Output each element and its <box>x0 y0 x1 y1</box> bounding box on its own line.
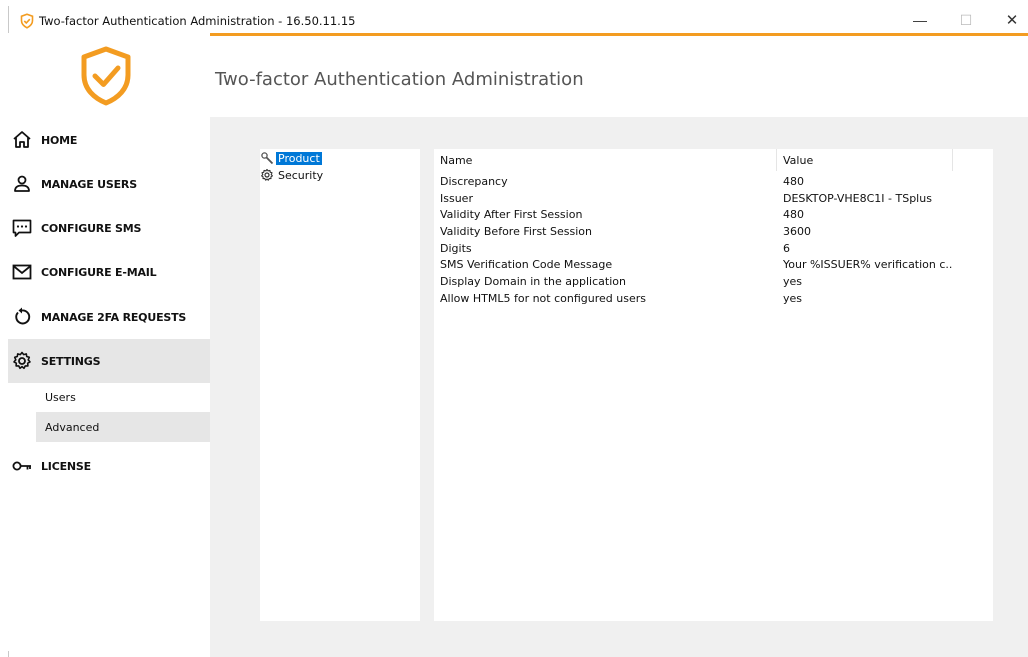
cell-name: Display Domain in the application <box>440 275 626 289</box>
shield-logo-icon <box>81 46 131 106</box>
nav-manage-2fa-requests[interactable]: MANAGE 2FA REQUESTS <box>8 295 210 339</box>
cell-value: DESKTOP-VHE8C1I - TSplus <box>783 191 932 205</box>
column-header-value[interactable]: Value <box>777 149 953 171</box>
nav-manage-users-label: MANAGE USERS <box>41 177 137 191</box>
settings-sub-users[interactable]: Users <box>36 382 210 412</box>
cell-name: Discrepancy <box>440 174 508 188</box>
properties-grid: Name Value Discrepancy 480 Issuer DESKTO… <box>434 149 993 621</box>
nav-settings[interactable]: SETTINGS <box>8 339 210 383</box>
gear-icon <box>13 351 31 370</box>
nav-settings-label: SETTINGS <box>41 354 101 368</box>
title-bar: Two-factor Authentication Administration… <box>9 6 1028 36</box>
table-row[interactable]: Discrepancy 480 <box>434 173 993 190</box>
nav-configure-email-label: CONFIGURE E-MAIL <box>41 265 157 279</box>
cell-name: Issuer <box>440 191 473 205</box>
table-row[interactable]: Digits 6 <box>434 240 993 257</box>
sms-icon <box>12 219 32 237</box>
cell-name: Digits <box>440 241 472 255</box>
tree-item-security-label: Security <box>278 168 324 182</box>
cell-name: SMS Verification Code Message <box>440 258 613 272</box>
sidebar: HOME MANAGE USERS CONFIGURE SMS CONFIGUR… <box>8 33 210 651</box>
tree-item-product-label: Product <box>276 151 322 165</box>
nav-license[interactable]: LICENSE <box>8 444 210 488</box>
grid-header: Name Value <box>434 149 993 171</box>
home-icon <box>13 131 31 148</box>
user-icon <box>14 175 30 192</box>
minimize-button[interactable]: — <box>897 6 943 34</box>
tree-item-security[interactable]: Security <box>260 167 325 183</box>
window-title: Two-factor Authentication Administration… <box>39 14 356 28</box>
cell-value: 480 <box>783 208 804 222</box>
cell-value: 480 <box>783 174 804 188</box>
table-row[interactable]: Display Domain in the application yes <box>434 273 993 290</box>
cell-value: Your %ISSUER% verification c... <box>783 258 953 272</box>
nav-manage-2fa-requests-label: MANAGE 2FA REQUESTS <box>41 310 187 324</box>
wrench-icon <box>261 152 274 165</box>
nav-configure-sms[interactable]: CONFIGURE SMS <box>8 206 210 250</box>
shield-check-icon <box>20 13 34 29</box>
cell-name: Allow HTML5 for not configured users <box>440 291 646 305</box>
page-title: Two-factor Authentication Administration <box>215 69 584 90</box>
column-header-name[interactable]: Name <box>434 149 777 171</box>
nav-configure-email[interactable]: CONFIGURE E-MAIL <box>8 250 210 294</box>
nav-configure-sms-label: CONFIGURE SMS <box>41 221 142 235</box>
cell-name: Validity After First Session <box>440 208 583 222</box>
key-icon <box>12 461 31 471</box>
nav-home-label: HOME <box>41 133 78 147</box>
table-row[interactable]: SMS Verification Code Message Your %ISSU… <box>434 257 993 274</box>
table-row[interactable]: Issuer DESKTOP-VHE8C1I - TSplus <box>434 190 993 207</box>
cell-value: 6 <box>783 241 790 255</box>
nav-home[interactable]: HOME <box>8 118 210 162</box>
cell-name: Validity Before First Session <box>440 224 592 238</box>
refresh-icon <box>15 307 31 325</box>
cell-value: yes <box>783 291 803 305</box>
close-button[interactable]: ✕ <box>989 6 1028 34</box>
table-row[interactable]: Validity Before First Session 3600 <box>434 223 993 240</box>
mail-icon <box>12 264 32 280</box>
cell-value: 3600 <box>783 224 811 238</box>
nav-manage-users[interactable]: MANAGE USERS <box>8 162 210 206</box>
table-row[interactable]: Allow HTML5 for not configured users yes <box>434 290 993 307</box>
nav-license-label: LICENSE <box>41 459 91 473</box>
maximize-button[interactable]: ☐ <box>943 6 989 34</box>
gear-icon <box>261 168 273 181</box>
settings-sub-advanced[interactable]: Advanced <box>36 412 210 442</box>
tree-item-product[interactable]: Product <box>260 150 322 166</box>
cell-value: yes <box>783 275 803 289</box>
table-row[interactable]: Validity After First Session 480 <box>434 206 993 223</box>
settings-tree: Product Security <box>260 149 420 621</box>
